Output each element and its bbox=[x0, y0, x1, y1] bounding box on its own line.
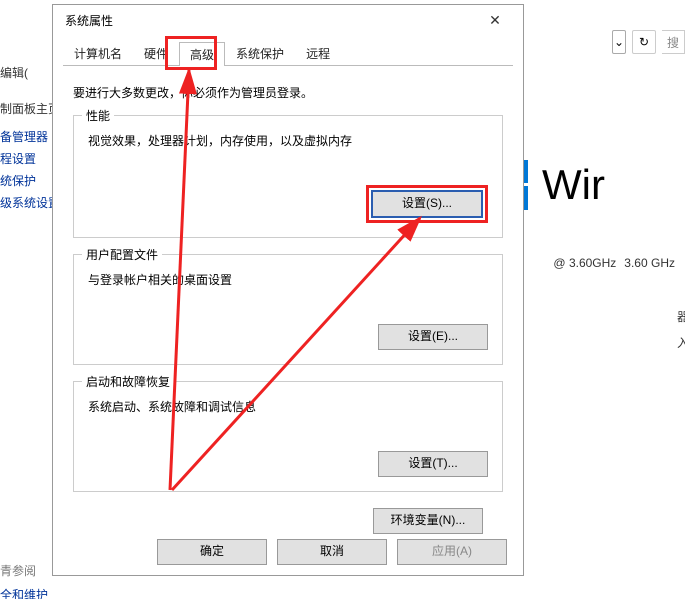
cpu-frequency-text: @ 3.60GHz3.60 GHz bbox=[545, 256, 675, 270]
refresh-icon: ↻ bbox=[639, 35, 649, 49]
apply-button[interactable]: 应用(A) bbox=[397, 539, 507, 565]
spec-fragment-2: 入 bbox=[677, 334, 685, 351]
tab-remote[interactable]: 远程 bbox=[295, 41, 341, 65]
startup-recovery-settings-button[interactable]: 设置(T)... bbox=[378, 451, 488, 477]
close-button[interactable]: ✕ bbox=[475, 6, 515, 34]
link-control-panel-home[interactable]: 制面板主页 bbox=[0, 100, 60, 117]
cancel-button[interactable]: 取消 bbox=[277, 539, 387, 565]
windows-text-fragment: Wir bbox=[542, 161, 605, 209]
group-startup-recovery-title: 启动和故障恢复 bbox=[82, 373, 174, 390]
tab-computer-name[interactable]: 计算机名 bbox=[63, 41, 133, 65]
tab-system-protection[interactable]: 系统保护 bbox=[225, 41, 295, 65]
environment-variables-button[interactable]: 环境变量(N)... bbox=[373, 508, 483, 534]
group-user-profile-desc: 与登录帐户相关的桌面设置 bbox=[88, 271, 488, 288]
tab-hardware[interactable]: 硬件 bbox=[133, 41, 179, 65]
tab-advanced[interactable]: 高级 bbox=[179, 42, 225, 66]
link-remote-settings[interactable]: 程设置 bbox=[0, 150, 36, 167]
group-performance: 性能 视觉效果，处理器计划，内存使用，以及虚拟内存 设置(S)... bbox=[73, 115, 503, 238]
address-toolbar: ⌄ ↻ 搜 bbox=[612, 30, 685, 54]
tab-strip: 计算机名 硬件 高级 系统保护 远程 bbox=[63, 41, 513, 66]
dialog-body: 要进行大多数更改，你必须作为管理员登录。 性能 视觉效果，处理器计划，内存使用，… bbox=[53, 66, 523, 544]
link-security-maintenance[interactable]: 全和维护 bbox=[0, 586, 48, 599]
link-advanced-system-settings[interactable]: 级系统设置 bbox=[0, 194, 60, 211]
chevron-down-icon: ⌄ bbox=[614, 35, 624, 49]
address-dropdown[interactable]: ⌄ bbox=[612, 30, 626, 54]
group-user-profile: 用户配置文件 与登录帐户相关的桌面设置 设置(E)... bbox=[73, 254, 503, 365]
group-user-profile-title: 用户配置文件 bbox=[82, 246, 162, 263]
refresh-button[interactable]: ↻ bbox=[632, 30, 656, 54]
see-also-label: 青参阅 bbox=[0, 562, 36, 579]
user-profile-settings-button[interactable]: 设置(E)... bbox=[378, 324, 488, 350]
ok-button[interactable]: 确定 bbox=[157, 539, 267, 565]
titlebar: 系统属性 ✕ bbox=[53, 5, 523, 35]
search-box-fragment[interactable]: 搜 bbox=[662, 30, 685, 54]
dialog-footer: 确定 取消 应用(A) bbox=[157, 539, 507, 565]
link-device-manager[interactable]: 备管理器 bbox=[0, 128, 48, 145]
admin-hint: 要进行大多数更改，你必须作为管理员登录。 bbox=[73, 84, 503, 101]
group-startup-recovery: 启动和故障恢复 系统启动、系统故障和调试信息 设置(T)... bbox=[73, 381, 503, 492]
spec-fragment-1: 器 bbox=[677, 308, 685, 325]
edit-menu-fragment[interactable]: 编辑( bbox=[0, 64, 28, 81]
close-icon: ✕ bbox=[489, 12, 501, 29]
performance-settings-highlight: 设置(S)... bbox=[366, 185, 488, 223]
group-performance-desc: 视觉效果，处理器计划，内存使用，以及虚拟内存 bbox=[88, 132, 488, 149]
dialog-title: 系统属性 bbox=[65, 12, 113, 29]
system-properties-dialog: 系统属性 ✕ 计算机名 硬件 高级 系统保护 远程 要进行大多数更改，你必须作为… bbox=[52, 4, 524, 576]
group-startup-recovery-desc: 系统启动、系统故障和调试信息 bbox=[88, 398, 488, 415]
link-system-protection[interactable]: 统保护 bbox=[0, 172, 36, 189]
performance-settings-button[interactable]: 设置(S)... bbox=[371, 190, 483, 218]
group-performance-title: 性能 bbox=[82, 107, 114, 124]
